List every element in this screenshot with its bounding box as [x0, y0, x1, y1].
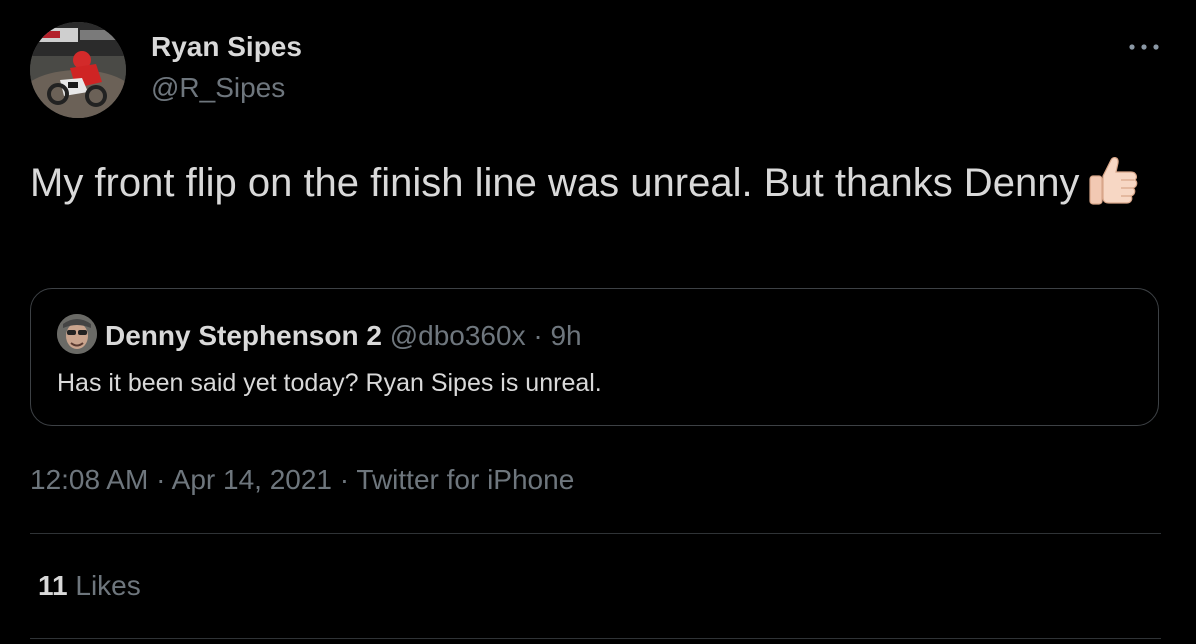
author-avatar[interactable]	[30, 22, 126, 118]
tweet-date[interactable]: Apr 14, 2021	[172, 464, 332, 495]
meta-separator-1: ·	[156, 464, 166, 495]
quoted-tweet-header: Denny Stephenson 2 @dbo360x · 9h	[105, 319, 582, 353]
quoted-author-name: Denny Stephenson 2	[105, 320, 382, 351]
quoted-tweet-text: Has it been said yet today? Ryan Sipes i…	[57, 369, 602, 397]
thumbs-up-icon	[1085, 152, 1141, 208]
tweet-meta: 12:08 AM · Apr 14, 2021 · Twitter for iP…	[30, 464, 574, 496]
likes-count: 11	[38, 570, 68, 601]
likes-label: Likes	[75, 570, 141, 601]
quoted-separator: ·	[533, 320, 543, 351]
tweet-text-container: My front flip on the finish line was unr…	[30, 152, 1160, 211]
divider-bottom	[30, 638, 1161, 639]
avatar-photo	[30, 22, 126, 118]
quoted-author-avatar	[57, 314, 97, 354]
author-display-name[interactable]: Ryan Sipes	[151, 31, 302, 63]
more-options-icon[interactable]	[1124, 36, 1164, 58]
tweet-detail: Ryan Sipes @R_Sipes My front flip on the…	[0, 0, 1196, 644]
quoted-author-handle: @dbo360x	[389, 320, 526, 351]
likes-stat[interactable]: 11 Likes	[38, 570, 141, 602]
quoted-tweet-card[interactable]: Denny Stephenson 2 @dbo360x · 9h Has it …	[30, 288, 1159, 426]
divider-top	[30, 533, 1161, 534]
author-handle[interactable]: @R_Sipes	[151, 72, 285, 104]
quoted-tweet-age: 9h	[550, 320, 582, 351]
meta-separator-2: ·	[339, 464, 350, 495]
tweet-source[interactable]: Twitter for iPhone	[356, 464, 574, 495]
tweet-time[interactable]: 12:08 AM	[30, 464, 148, 495]
tweet-text: My front flip on the finish line was unr…	[30, 161, 1080, 205]
